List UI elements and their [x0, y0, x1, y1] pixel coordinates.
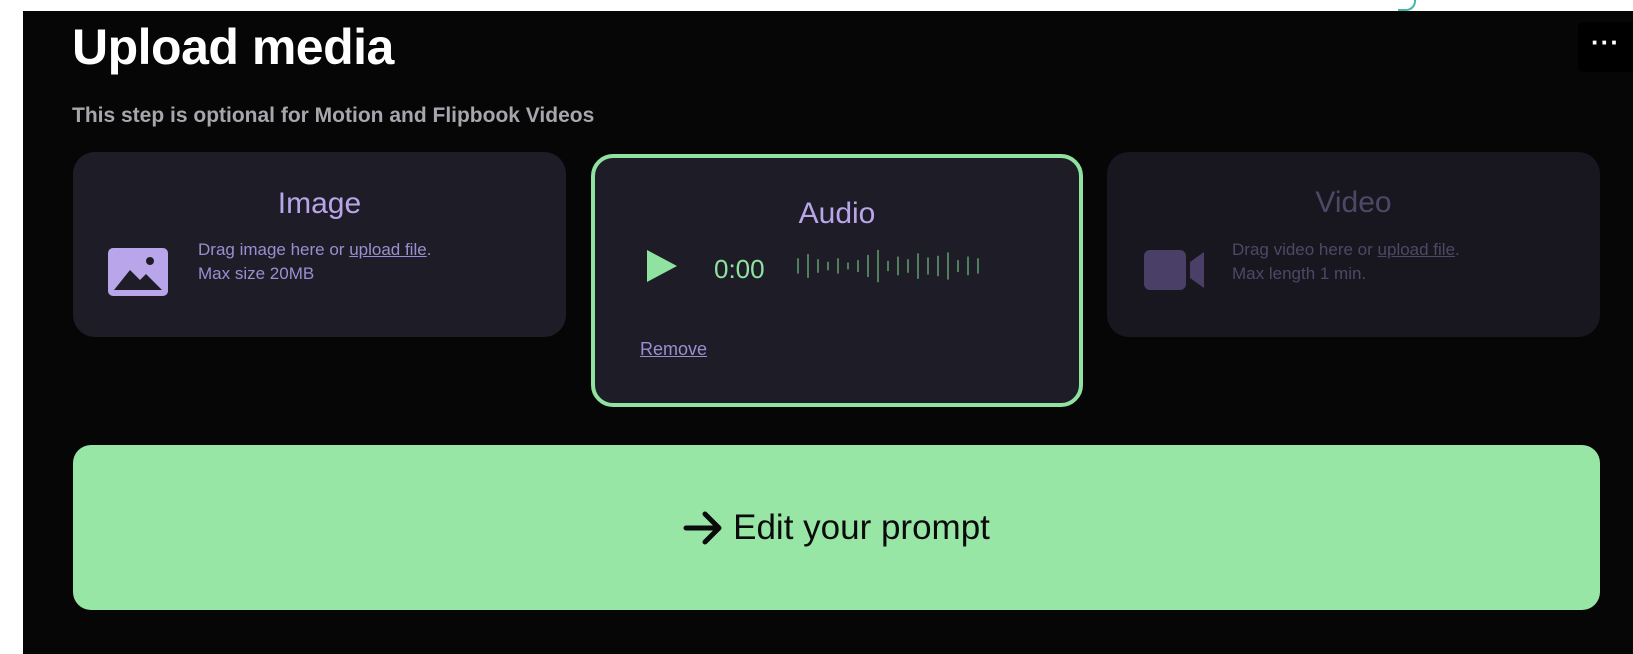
more-options-button[interactable]: ···: [1578, 22, 1633, 72]
decorative-arc: [1398, 0, 1416, 11]
waveform-bar: [967, 256, 969, 276]
arrow-right-icon: [683, 511, 722, 544]
waveform-bar: [817, 259, 819, 273]
waveform-bar: [807, 254, 809, 278]
image-icon: [108, 248, 168, 296]
waveform-bar: [877, 249, 879, 283]
waveform-bar: [957, 260, 959, 272]
audio-waveform[interactable]: [793, 248, 983, 284]
edit-prompt-label: Edit your prompt: [733, 507, 990, 547]
image-upload-card[interactable]: Image Drag image here or upload file. Ma…: [73, 152, 566, 337]
waveform-bar: [977, 258, 979, 274]
remove-audio-link[interactable]: Remove: [640, 339, 707, 360]
video-camera-icon: [1144, 250, 1204, 290]
video-length-limit: Max length 1 min.: [1232, 264, 1367, 283]
page-title: Upload media: [72, 19, 394, 75]
waveform-bar: [897, 256, 899, 276]
waveform-bar: [907, 259, 909, 273]
waveform-bar: [797, 258, 799, 274]
video-upload-link[interactable]: upload file: [1378, 240, 1456, 259]
waveform-bar: [827, 261, 829, 271]
waveform-bar: [857, 260, 859, 272]
video-upload-card[interactable]: Video Drag video here or upload file. Ma…: [1107, 152, 1600, 337]
audio-card-title: Audio: [798, 197, 876, 230]
play-icon[interactable]: [645, 248, 679, 284]
edit-prompt-button[interactable]: Edit your prompt: [73, 445, 1600, 610]
image-card-title: Image: [277, 187, 362, 220]
page-subtitle: This step is optional for Motion and Fli…: [72, 104, 595, 127]
audio-upload-card[interactable]: Audio 0:00 Remove: [591, 154, 1083, 407]
image-drop-text: Drag image here or upload file. Max size…: [198, 240, 432, 283]
waveform-bar: [927, 257, 929, 275]
waveform-bar: [937, 255, 939, 277]
waveform-bar: [947, 252, 949, 280]
waveform-bar: [837, 258, 839, 274]
image-upload-link[interactable]: upload file: [349, 240, 427, 259]
waveform-bar: [867, 254, 869, 277]
waveform-bar: [847, 262, 849, 270]
audio-timestamp: 0:00: [714, 254, 765, 284]
waveform-bar: [917, 253, 919, 279]
video-drop-text: Drag video here or upload file. Max leng…: [1232, 240, 1460, 283]
waveform-bar: [887, 260, 889, 272]
video-card-title: Video: [1315, 186, 1392, 219]
image-size-limit: Max size 20MB: [198, 264, 315, 283]
